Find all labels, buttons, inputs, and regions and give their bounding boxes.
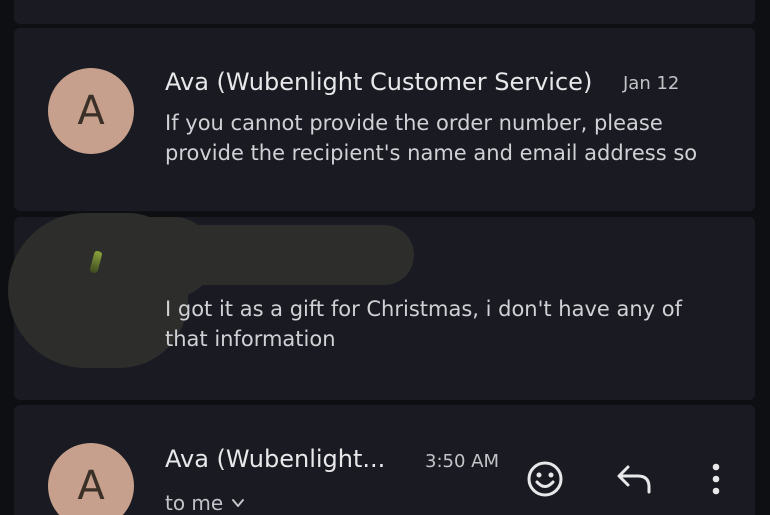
recipient-label: to me xyxy=(165,491,224,515)
avatar: A xyxy=(48,443,134,515)
redaction-scribble xyxy=(134,225,414,285)
snippet-line-2: that information xyxy=(165,327,336,351)
message-date: Jan 12 xyxy=(623,73,680,94)
message-card-redacted[interactable]: I got it as a gift for Christmas, i don'… xyxy=(8,213,755,400)
avatar: A xyxy=(48,68,134,154)
recipient-details-toggle[interactable]: to me xyxy=(165,491,245,515)
snippet-line-2: provide the recipient's name and email a… xyxy=(165,141,698,165)
email-thread-view: A Ava (Wubenlight Customer Service) Jan … xyxy=(0,0,770,515)
chevron-down-icon xyxy=(232,499,245,507)
reply-button[interactable] xyxy=(613,457,657,501)
snippet-line-1: If you cannot provide the order number, … xyxy=(165,111,663,135)
sender-name: Ava (Wubenlight Customer Service) xyxy=(165,68,593,96)
expanded-message-header: A Ava (Wubenlight... 3:50 AM to me xyxy=(14,405,755,515)
snippet-line-1: I got it as a gift for Christmas, i don'… xyxy=(165,297,683,321)
message-snippet: If you cannot provide the order number, … xyxy=(165,108,697,168)
previous-message-card[interactable] xyxy=(14,0,755,24)
sender-name[interactable]: Ava (Wubenlight... xyxy=(165,445,385,473)
message-snippet: I got it as a gift for Christmas, i don'… xyxy=(165,294,682,354)
more-vert-icon xyxy=(712,463,720,495)
more-options-button[interactable] xyxy=(694,457,738,501)
reply-icon xyxy=(617,465,651,494)
add-reaction-button[interactable] xyxy=(523,457,567,501)
add-reaction-icon xyxy=(527,461,563,497)
message-card-ava[interactable]: A Ava (Wubenlight Customer Service) Jan … xyxy=(14,28,755,211)
message-time: 3:50 AM xyxy=(425,451,499,472)
